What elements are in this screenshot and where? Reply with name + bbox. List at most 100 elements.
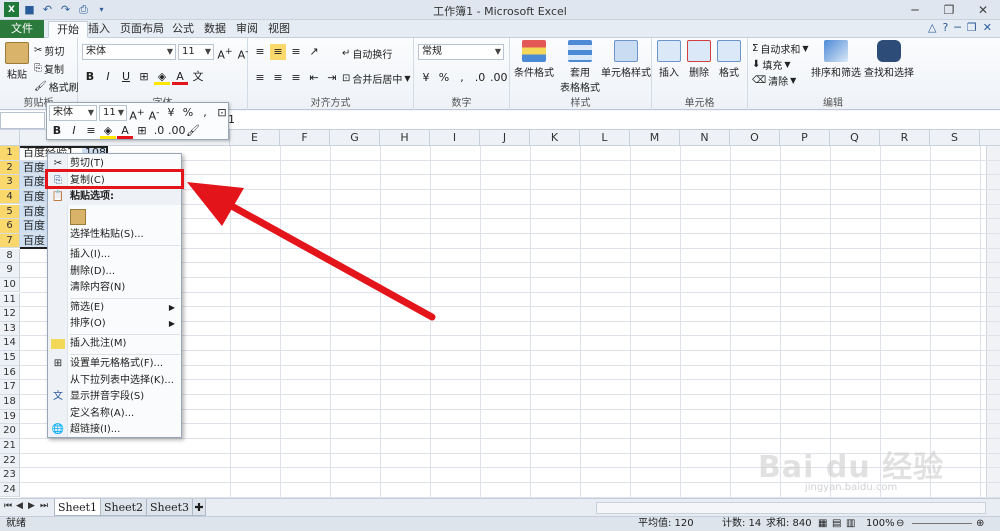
align-right-icon[interactable]: ≡ (288, 70, 304, 86)
font-color-icon[interactable]: A (172, 69, 188, 85)
format-cells-button[interactable]: 格式 (714, 40, 744, 79)
tab-view[interactable]: 视图 (260, 21, 298, 38)
decrease-indent-icon[interactable]: ⇤ (306, 70, 322, 86)
italic-icon[interactable]: I (66, 123, 82, 139)
next-sheet-icon[interactable]: ▶ (28, 501, 35, 511)
column-header-i[interactable]: I (430, 130, 480, 146)
column-header-n[interactable]: N (680, 130, 730, 146)
column-header-t[interactable]: T (980, 130, 1000, 146)
shrink-font-icon[interactable]: A- (146, 105, 162, 123)
row-header-24[interactable]: 24 (0, 482, 20, 498)
menu-item-pick-list[interactable]: 从下拉列表中选择(K)... (48, 373, 181, 389)
prev-sheet-icon[interactable]: ◀ (16, 501, 23, 511)
align-middle-icon[interactable]: ≡ (270, 44, 286, 60)
horizontal-scrollbar[interactable] (596, 502, 986, 514)
row-header-1[interactable]: 1 (0, 146, 20, 161)
column-header-p[interactable]: P (780, 130, 830, 146)
menu-item-insert-comment[interactable]: 插入批注(M) (48, 336, 181, 352)
menu-item-sort[interactable]: 排序(O) ▶ (48, 316, 181, 332)
increase-decimal-icon[interactable]: .0 (151, 123, 167, 139)
save-icon[interactable]: ■ (22, 2, 37, 17)
comma-icon[interactable]: , (197, 105, 213, 121)
sheet-tab-1[interactable]: Sheet1 (54, 499, 102, 516)
orientation-icon[interactable]: ↗ (306, 44, 322, 60)
mini-size-combo[interactable]: 11 ▼ (99, 105, 127, 121)
row-header-23[interactable]: 23 (0, 468, 20, 483)
sort-filter-button[interactable]: 排序和筛选 (810, 40, 862, 79)
decrease-decimal-icon[interactable]: .00 (490, 70, 508, 86)
menu-item-define-name[interactable]: 定义名称(A)... (48, 406, 181, 422)
menu-item-filter[interactable]: 筛选(E) ▶ (48, 300, 181, 316)
cell-a2[interactable]: 百度 (20, 160, 47, 175)
align-left-icon[interactable]: ≡ (252, 70, 268, 86)
normal-view-icon[interactable]: ▦ (818, 517, 827, 531)
row-header-17[interactable]: 17 (0, 380, 20, 395)
row-header-22[interactable]: 22 (0, 453, 20, 469)
new-sheet-icon[interactable]: ✚ (192, 499, 206, 516)
currency-icon[interactable]: ¥ (163, 105, 179, 121)
column-header-j[interactable]: J (480, 130, 530, 146)
tab-file[interactable]: 文件 (0, 20, 44, 38)
italic-icon[interactable]: I (100, 69, 116, 85)
find-select-button[interactable]: 查找和选择 (862, 40, 916, 79)
grow-font-icon[interactable]: A+ (217, 44, 233, 62)
row-header-9[interactable]: 9 (0, 263, 20, 278)
row-header-6[interactable]: 6 (0, 219, 20, 234)
print-preview-icon[interactable]: ⎙ (76, 2, 91, 17)
increase-decimal-icon[interactable]: .0 (472, 70, 488, 86)
align-bottom-icon[interactable]: ≡ (288, 44, 304, 60)
cut-button[interactable]: ✂ 剪切 (34, 43, 64, 58)
column-header-m[interactable]: M (630, 130, 680, 146)
conditional-format-button[interactable]: 条件格式 (512, 40, 556, 79)
align-center-icon[interactable]: ≡ (83, 123, 99, 139)
ribbon-restore-icon[interactable]: ❐ (967, 21, 977, 34)
align-center-icon[interactable]: ≡ (270, 70, 286, 86)
cell-styles-button[interactable]: 单元格样式 (600, 40, 652, 79)
bold-icon[interactable]: B (49, 123, 65, 139)
bold-icon[interactable]: B (82, 69, 98, 85)
name-box[interactable] (0, 112, 45, 129)
cell-a4[interactable]: 百度 (20, 189, 47, 204)
minimize-button[interactable]: ─ (898, 0, 932, 20)
menu-item-clear[interactable]: 清除内容(N) (48, 280, 181, 296)
zoom-level[interactable]: 100% (866, 517, 895, 531)
row-header-12[interactable]: 12 (0, 307, 20, 322)
vertical-scrollbar[interactable] (986, 146, 1000, 498)
font-color-icon[interactable]: A (117, 123, 133, 139)
zoom-in-icon[interactable]: ⊕ (976, 517, 984, 531)
row-header-2[interactable]: 2 (0, 160, 20, 176)
cell-a3[interactable]: 百度 (20, 175, 47, 190)
fill-color-icon[interactable]: ◈ (154, 69, 170, 85)
close-button[interactable]: ✕ (966, 0, 1000, 20)
row-header-13[interactable]: 13 (0, 321, 20, 337)
minimize-ribbon-icon[interactable]: △ (928, 21, 936, 34)
menu-item-hyperlink[interactable]: 🌐 超链接(I)... (48, 422, 181, 438)
merge-center-button[interactable]: ⊡ 合并后居中 ▼ (342, 71, 411, 86)
row-header-16[interactable]: 16 (0, 365, 20, 381)
column-header-h[interactable]: H (380, 130, 430, 146)
autosum-button[interactable]: Σ 自动求和 ▼ (752, 41, 808, 56)
first-sheet-icon[interactable]: ⏮ (4, 501, 12, 511)
number-format-combo[interactable]: 常规 ▼ (418, 44, 504, 60)
row-header-18[interactable]: 18 (0, 395, 20, 410)
row-header-11[interactable]: 11 (0, 292, 20, 307)
redo-icon[interactable]: ↷ (58, 2, 73, 17)
row-header-8[interactable]: 8 (0, 248, 20, 264)
column-header-f[interactable]: F (280, 130, 330, 146)
font-name-combo[interactable]: 宋体 ▼ (82, 44, 176, 60)
column-header-r[interactable]: R (880, 130, 930, 146)
wrap-text-button[interactable]: ↵ 自动换行 (342, 46, 392, 61)
row-header-20[interactable]: 20 (0, 424, 20, 439)
column-header-e[interactable]: E (230, 130, 280, 146)
cell-a6[interactable]: 百度 (20, 219, 47, 234)
undo-icon[interactable]: ↶ (40, 2, 55, 17)
menu-item-phonetic[interactable]: 文显示拼音字段(S) (48, 389, 181, 405)
help-icon[interactable]: ? (942, 21, 948, 34)
fill-button[interactable]: ⬇ 填充 ▼ (752, 57, 791, 72)
column-header-l[interactable]: L (580, 130, 630, 146)
cell-a5[interactable]: 百度 (20, 204, 47, 219)
zoom-out-icon[interactable]: ⊖ (896, 517, 904, 531)
border-icon[interactable]: ⊞ (136, 69, 152, 85)
row-header-15[interactable]: 15 (0, 351, 20, 366)
clear-button[interactable]: ⌫ 清除 ▼ (752, 73, 796, 88)
